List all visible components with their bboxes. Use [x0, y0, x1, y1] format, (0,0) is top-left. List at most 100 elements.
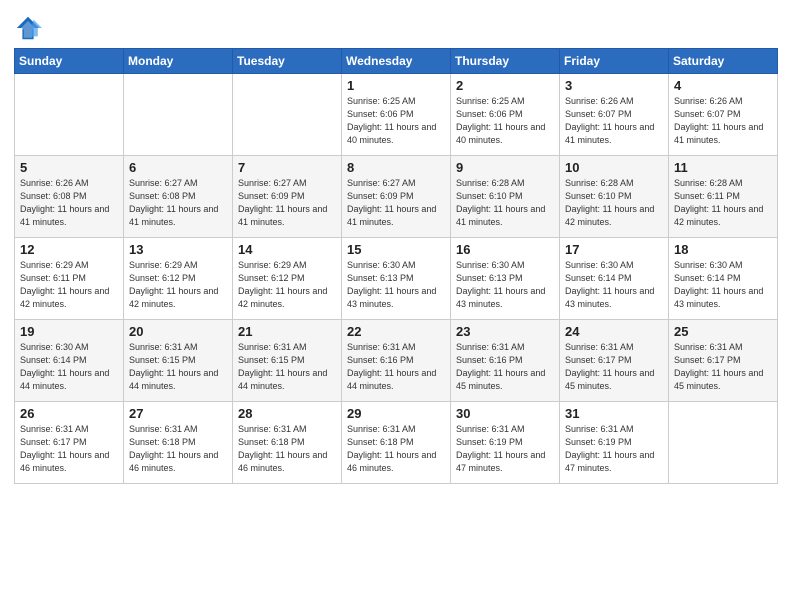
calendar-cell	[15, 74, 124, 156]
day-info: Sunrise: 6:28 AMSunset: 6:10 PMDaylight:…	[456, 177, 554, 229]
calendar-week-2: 5 Sunrise: 6:26 AMSunset: 6:08 PMDaylight…	[15, 156, 778, 238]
day-number: 22	[347, 324, 445, 339]
calendar-cell: 25 Sunrise: 6:31 AMSunset: 6:17 PMDayligh…	[669, 320, 778, 402]
day-number: 27	[129, 406, 227, 421]
calendar-cell: 8 Sunrise: 6:27 AMSunset: 6:09 PMDaylight…	[342, 156, 451, 238]
day-info: Sunrise: 6:25 AMSunset: 6:06 PMDaylight:…	[456, 95, 554, 147]
calendar-cell: 20Sunrise: 6:31 AMSunset: 6:15 PMDayligh…	[124, 320, 233, 402]
day-info: Sunrise: 6:29 AMSunset: 6:12 PMDaylight:…	[129, 259, 227, 311]
calendar-cell: 9 Sunrise: 6:28 AMSunset: 6:10 PMDaylight…	[451, 156, 560, 238]
calendar-cell: 15 Sunrise: 6:30 AMSunset: 6:13 PMDayligh…	[342, 238, 451, 320]
calendar-cell: 3Sunrise: 6:26 AMSunset: 6:07 PMDaylight…	[560, 74, 669, 156]
day-number: 5	[20, 160, 118, 175]
calendar-cell: 13 Sunrise: 6:29 AMSunset: 6:12 PMDayligh…	[124, 238, 233, 320]
calendar-cell: 18Sunrise: 6:30 AMSunset: 6:14 PMDayligh…	[669, 238, 778, 320]
day-info: Sunrise: 6:29 AMSunset: 6:11 PMDaylight:…	[20, 259, 118, 311]
day-info: Sunrise: 6:31 AMSunset: 6:16 PMDaylight:…	[456, 341, 554, 393]
day-info: Sunrise: 6:27 AMSunset: 6:09 PMDaylight:…	[238, 177, 336, 229]
page: Sunday Monday Tuesday Wednesday Thursday…	[0, 0, 792, 612]
calendar-cell: 26 Sunrise: 6:31 AMSunset: 6:17 PMDayligh…	[15, 402, 124, 484]
calendar-cell: 19Sunrise: 6:30 AMSunset: 6:14 PMDayligh…	[15, 320, 124, 402]
day-info: Sunrise: 6:31 AMSunset: 6:18 PMDaylight:…	[129, 423, 227, 475]
calendar-cell: 21 Sunrise: 6:31 AMSunset: 6:15 PMDayligh…	[233, 320, 342, 402]
day-number: 28	[238, 406, 336, 421]
day-info: Sunrise: 6:30 AMSunset: 6:13 PMDaylight:…	[456, 259, 554, 311]
calendar-cell: 7 Sunrise: 6:27 AMSunset: 6:09 PMDaylight…	[233, 156, 342, 238]
day-info: Sunrise: 6:26 AMSunset: 6:07 PMDaylight:…	[674, 95, 772, 147]
day-info: Sunrise: 6:28 AMSunset: 6:11 PMDaylight:…	[674, 177, 772, 229]
day-info: Sunrise: 6:31 AMSunset: 6:17 PMDaylight:…	[674, 341, 772, 393]
calendar-cell: 14Sunrise: 6:29 AMSunset: 6:12 PMDayligh…	[233, 238, 342, 320]
day-info: Sunrise: 6:31 AMSunset: 6:17 PMDaylight:…	[565, 341, 663, 393]
calendar-cell: 5 Sunrise: 6:26 AMSunset: 6:08 PMDaylight…	[15, 156, 124, 238]
day-number: 31	[565, 406, 663, 421]
day-info: Sunrise: 6:27 AMSunset: 6:09 PMDaylight:…	[347, 177, 445, 229]
header-saturday: Saturday	[669, 49, 778, 74]
calendar-cell	[124, 74, 233, 156]
day-number: 21	[238, 324, 336, 339]
day-number: 4	[674, 78, 772, 93]
day-number: 29	[347, 406, 445, 421]
logo-icon	[14, 14, 42, 42]
header-sunday: Sunday	[15, 49, 124, 74]
calendar-cell: 10Sunrise: 6:28 AMSunset: 6:10 PMDayligh…	[560, 156, 669, 238]
calendar-cell: 4 Sunrise: 6:26 AMSunset: 6:07 PMDaylight…	[669, 74, 778, 156]
day-number: 3	[565, 78, 663, 93]
header-friday: Friday	[560, 49, 669, 74]
day-number: 1	[347, 78, 445, 93]
day-number: 26	[20, 406, 118, 421]
day-info: Sunrise: 6:31 AMSunset: 6:19 PMDaylight:…	[565, 423, 663, 475]
day-number: 7	[238, 160, 336, 175]
day-number: 18	[674, 242, 772, 257]
calendar-cell: 6 Sunrise: 6:27 AMSunset: 6:08 PMDaylight…	[124, 156, 233, 238]
calendar-cell: 28 Sunrise: 6:31 AMSunset: 6:18 PMDayligh…	[233, 402, 342, 484]
day-info: Sunrise: 6:31 AMSunset: 6:15 PMDaylight:…	[238, 341, 336, 393]
calendar-header: Sunday Monday Tuesday Wednesday Thursday…	[15, 49, 778, 74]
day-number: 6	[129, 160, 227, 175]
day-number: 9	[456, 160, 554, 175]
calendar-week-3: 12Sunrise: 6:29 AMSunset: 6:11 PMDayligh…	[15, 238, 778, 320]
calendar-table: Sunday Monday Tuesday Wednesday Thursday…	[14, 48, 778, 484]
day-number: 24	[565, 324, 663, 339]
calendar-cell: 27 Sunrise: 6:31 AMSunset: 6:18 PMDayligh…	[124, 402, 233, 484]
calendar-cell	[233, 74, 342, 156]
calendar-cell	[669, 402, 778, 484]
day-info: Sunrise: 6:28 AMSunset: 6:10 PMDaylight:…	[565, 177, 663, 229]
day-info: Sunrise: 6:27 AMSunset: 6:08 PMDaylight:…	[129, 177, 227, 229]
day-number: 8	[347, 160, 445, 175]
calendar-week-5: 26 Sunrise: 6:31 AMSunset: 6:17 PMDayligh…	[15, 402, 778, 484]
day-info: Sunrise: 6:26 AMSunset: 6:08 PMDaylight:…	[20, 177, 118, 229]
calendar-week-1: 1 Sunrise: 6:25 AMSunset: 6:06 PMDaylight…	[15, 74, 778, 156]
day-info: Sunrise: 6:31 AMSunset: 6:17 PMDaylight:…	[20, 423, 118, 475]
header-row	[14, 10, 778, 42]
calendar-cell: 1 Sunrise: 6:25 AMSunset: 6:06 PMDaylight…	[342, 74, 451, 156]
day-info: Sunrise: 6:31 AMSunset: 6:18 PMDaylight:…	[238, 423, 336, 475]
calendar-cell: 30Sunrise: 6:31 AMSunset: 6:19 PMDayligh…	[451, 402, 560, 484]
calendar-cell: 23 Sunrise: 6:31 AMSunset: 6:16 PMDayligh…	[451, 320, 560, 402]
day-number: 25	[674, 324, 772, 339]
day-info: Sunrise: 6:29 AMSunset: 6:12 PMDaylight:…	[238, 259, 336, 311]
logo	[14, 14, 45, 42]
day-info: Sunrise: 6:30 AMSunset: 6:14 PMDaylight:…	[565, 259, 663, 311]
calendar-cell: 24 Sunrise: 6:31 AMSunset: 6:17 PMDayligh…	[560, 320, 669, 402]
calendar-week-4: 19Sunrise: 6:30 AMSunset: 6:14 PMDayligh…	[15, 320, 778, 402]
day-number: 15	[347, 242, 445, 257]
header-thursday: Thursday	[451, 49, 560, 74]
day-number: 13	[129, 242, 227, 257]
calendar-cell: 31 Sunrise: 6:31 AMSunset: 6:19 PMDayligh…	[560, 402, 669, 484]
day-info: Sunrise: 6:25 AMSunset: 6:06 PMDaylight:…	[347, 95, 445, 147]
day-number: 30	[456, 406, 554, 421]
day-number: 16	[456, 242, 554, 257]
day-number: 17	[565, 242, 663, 257]
calendar-cell: 22 Sunrise: 6:31 AMSunset: 6:16 PMDayligh…	[342, 320, 451, 402]
header-monday: Monday	[124, 49, 233, 74]
calendar-body: 1 Sunrise: 6:25 AMSunset: 6:06 PMDaylight…	[15, 74, 778, 484]
day-info: Sunrise: 6:30 AMSunset: 6:13 PMDaylight:…	[347, 259, 445, 311]
header-tuesday: Tuesday	[233, 49, 342, 74]
header-row-days: Sunday Monday Tuesday Wednesday Thursday…	[15, 49, 778, 74]
day-number: 23	[456, 324, 554, 339]
day-info: Sunrise: 6:30 AMSunset: 6:14 PMDaylight:…	[20, 341, 118, 393]
day-info: Sunrise: 6:31 AMSunset: 6:16 PMDaylight:…	[347, 341, 445, 393]
calendar-cell: 12Sunrise: 6:29 AMSunset: 6:11 PMDayligh…	[15, 238, 124, 320]
day-number: 11	[674, 160, 772, 175]
